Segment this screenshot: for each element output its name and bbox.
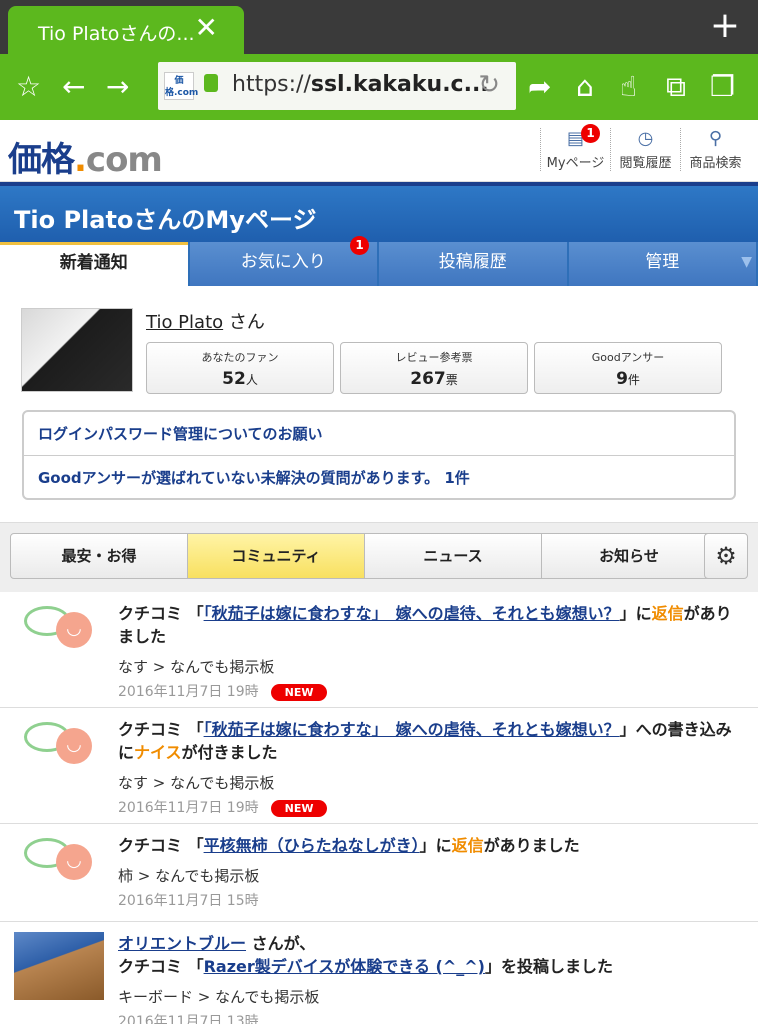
back-arrow-icon[interactable]: ← <box>62 70 85 103</box>
bookmark-star-icon[interactable]: ☆ <box>16 70 41 103</box>
stat-good-answers[interactable]: Goodアンサー 9件 <box>534 342 722 394</box>
category-bar: 最安・お得 コミュニティ ニュース お知らせ ⚙ <box>0 522 758 592</box>
kakaku-logo[interactable]: 価格.com <box>8 132 163 181</box>
category-announcements[interactable]: お知らせ <box>541 533 717 579</box>
site-favicon-icon: 価格.com <box>164 72 198 100</box>
history-link[interactable]: ◷ 閲覧履歴 <box>610 128 680 171</box>
clock-icon: ◷ <box>637 128 654 149</box>
mypage-badge: 1 <box>581 124 600 143</box>
forward-arrow-icon[interactable]: → <box>106 70 129 103</box>
item-path: キーボード > なんでも掲示板 <box>118 988 320 1006</box>
gesture-icon[interactable]: ☝ <box>620 70 637 103</box>
user-avatar[interactable] <box>14 932 104 1000</box>
notice-unresolved[interactable]: Goodアンサーが選ばれていない未解決の質問があります。 1件 <box>24 455 734 498</box>
tab-favorites[interactable]: お気に入り 1 <box>189 236 377 286</box>
close-tab-icon[interactable]: ✕ <box>195 14 218 42</box>
header-links: ▤ 1 Myページ ◷ 閲覧履歴 ⚲ 商品検索 <box>540 124 750 171</box>
thread-link[interactable]: 「秋茄子は嫁に食わすな」 嫁への虐待、それとも嫁想い？ <box>204 720 620 739</box>
thread-link[interactable]: 「秋茄子は嫁に食わすな」 嫁への虐待、それとも嫁想い？ <box>204 604 620 623</box>
category-community[interactable]: コミュニティ <box>187 533 365 579</box>
item-date: 2016年11月7日 19時 <box>118 684 259 700</box>
tab-new-notifications[interactable]: 新着通知 <box>0 242 188 286</box>
comment-icon: ◡ <box>24 838 96 884</box>
item-date: 2016年11月7日 15時 <box>118 893 259 909</box>
notice-box: ログインパスワード管理についてのお願い Goodアンサーが選ばれていない未解決の… <box>22 410 736 500</box>
page-title: Tio PlatoさんのMyページ <box>0 186 758 242</box>
list-item[interactable]: オリエントブルー さんが、 クチコミ 「Razer製デバイスが体験できる (^_… <box>0 922 758 1024</box>
mypage-tabs: 新着通知 お気に入り 1 投稿履歴 管理 ▼ <box>0 236 758 286</box>
new-tab-icon[interactable]: + <box>710 8 740 44</box>
profile-name: Tio Plato さん <box>146 312 265 333</box>
comment-icon: ◡ <box>24 722 96 768</box>
product-search-link[interactable]: ⚲ 商品検索 <box>680 128 750 171</box>
thread-link[interactable]: 平核無柿（ひらたねなしがき） <box>204 836 420 855</box>
tabs-count-icon[interactable]: ❐ <box>710 70 735 103</box>
site-header: 価格.com ▤ 1 Myページ ◷ 閲覧履歴 ⚲ 商品検索 <box>0 120 758 182</box>
browser-tabbar: Tio Platoさんの... ✕ + <box>0 0 758 54</box>
new-badge: NEW <box>270 799 328 817</box>
search-icon: ⚲ <box>708 128 723 149</box>
thread-link[interactable]: Razer製デバイスが体験できる (^_^) <box>204 957 485 976</box>
url-text: https://ssl.kakaku.c... <box>232 72 489 97</box>
lock-icon <box>204 74 218 92</box>
item-date: 2016年11月7日 19時 <box>118 800 259 816</box>
history-label: 閲覧履歴 <box>619 156 672 171</box>
product-search-label: 商品検索 <box>689 156 742 171</box>
notice-password[interactable]: ログインパスワード管理についてのお願い <box>24 412 734 455</box>
category-deals[interactable]: 最安・お得 <box>10 533 188 579</box>
mypage-link[interactable]: ▤ 1 Myページ <box>540 124 610 171</box>
user-link[interactable]: オリエントブルー <box>118 934 246 953</box>
gear-icon[interactable]: ⚙ <box>704 533 748 579</box>
item-path: 柿 > なんでも掲示板 <box>118 867 260 885</box>
favorites-badge: 1 <box>350 236 369 255</box>
mypage-label: Myページ <box>546 156 605 171</box>
address-bar[interactable]: 価格.com https://ssl.kakaku.c... ↻ <box>158 62 516 110</box>
home-icon[interactable]: ⌂ <box>576 70 594 103</box>
extension-icon[interactable]: ⧉ <box>666 70 686 104</box>
browser-tab[interactable]: Tio Platoさんの... ✕ <box>8 6 244 54</box>
category-news[interactable]: ニュース <box>364 533 542 579</box>
tab-post-history[interactable]: 投稿履歴 <box>379 242 567 286</box>
stat-fans[interactable]: あなたのファン 52人 <box>146 342 334 394</box>
browser-toolbar: ☆ ← → 価格.com https://ssl.kakaku.c... ↻ ➦… <box>0 54 758 120</box>
list-item[interactable]: ◡ クチコミ 「平核無柿（ひらたねなしがき）」に返信がありました 柿 > なんで… <box>0 824 758 922</box>
profile-section: Tio Plato さん あなたのファン 52人 レビュー参考票 267票 Go… <box>0 286 758 410</box>
comment-icon: ◡ <box>24 606 96 652</box>
browser-tab-title: Tio Platoさんの... <box>38 23 195 45</box>
item-date: 2016年11月7日 13時 <box>118 1014 259 1024</box>
reload-icon[interactable]: ↻ <box>478 70 500 100</box>
list-item[interactable]: ◡ クチコミ 「「秋茄子は嫁に食わすな」 嫁への虐待、それとも嫁想い？」への書き… <box>0 708 758 824</box>
dropdown-arrow-icon: ▼ <box>741 254 752 270</box>
profile-name-link[interactable]: Tio Plato <box>146 312 223 333</box>
stat-review-votes[interactable]: レビュー参考票 267票 <box>340 342 528 394</box>
item-path: なす > なんでも掲示板 <box>118 774 275 792</box>
new-badge: NEW <box>270 683 328 701</box>
item-path: なす > なんでも掲示板 <box>118 658 275 676</box>
list-item[interactable]: ◡ クチコミ 「「秋茄子は嫁に食わすな」 嫁への虐待、それとも嫁想い？」に返信が… <box>0 592 758 708</box>
avatar[interactable] <box>21 308 133 392</box>
share-arrow-icon[interactable]: ➦ <box>528 70 551 103</box>
tab-manage[interactable]: 管理 ▼ <box>568 242 756 286</box>
